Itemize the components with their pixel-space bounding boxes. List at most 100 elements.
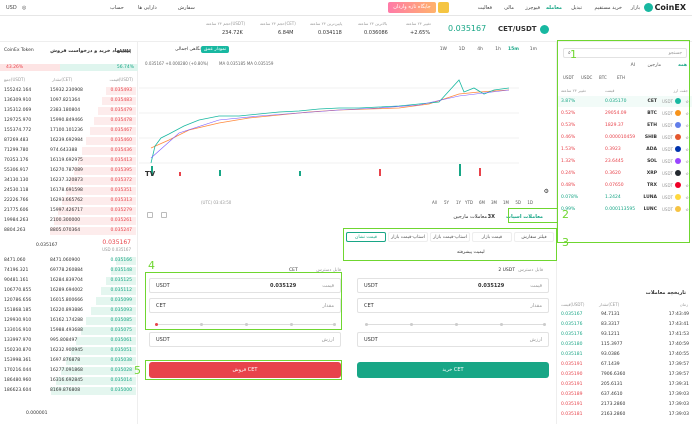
nav-futures[interactable]: فیوچرز (525, 5, 540, 11)
period-1D[interactable]: 1D (527, 200, 533, 205)
precision-selector[interactable]: 0.000001 (26, 411, 47, 416)
orderbook-ask-row[interactable]: 71299.780 974.643388 0.035436 (0, 146, 136, 156)
period-3M[interactable]: 3M (491, 200, 497, 205)
orderbook-ask-row[interactable]: 87269.483 16239.692984 0.035460 (0, 136, 136, 146)
orderbook-ask-row[interactable]: 8804.263 8805.070364 0.035247 (0, 226, 136, 236)
amm-label[interactable]: AMM (119, 49, 131, 55)
period-5D[interactable]: 5D (515, 200, 521, 205)
bid-total: 129930.910 (4, 318, 32, 323)
period-5Y[interactable]: 5Y (444, 200, 449, 205)
orderbook-ask-row[interactable]: 70353.176 16119.692975 0.035413 (0, 156, 136, 166)
trade-amount: 637.4610 (601, 392, 623, 397)
orderbook-bid-row[interactable]: 150230.870 16232.900945 0.035051 (0, 346, 136, 356)
margin-trade-tab[interactable]: معاملات مارجین (453, 214, 487, 220)
period-1M[interactable]: 1M (503, 200, 509, 205)
settings-icon[interactable] (161, 212, 167, 218)
nav-direct-buy[interactable]: خرید مستقیم (595, 5, 622, 11)
nav-finance[interactable]: مالی (504, 5, 514, 11)
gift-icon[interactable] (438, 2, 449, 13)
orderbook-bid-row[interactable]: 186480.960 16316.692845 0.035014 (0, 376, 136, 386)
buy-amount-input[interactable]: مقدار CET (357, 298, 549, 313)
nav-assets[interactable]: دارایی ها (138, 5, 157, 11)
trade-amount: 2163.2860 (601, 412, 626, 417)
orderbook-ask-row[interactable]: 136309.910 1097.821364 0.035483 (0, 96, 136, 106)
trade-price: 0.035191 (561, 402, 583, 407)
orderbook-bid-row[interactable]: 90481.161 16284.839704 0.035125 (0, 276, 136, 286)
ask-price: 0.035395 (110, 168, 132, 173)
bid-total: 170216.044 (4, 368, 32, 373)
pair-symbol[interactable]: CET/USDT (498, 25, 537, 33)
orderbook-ask-row[interactable]: 19984.263 2100.300000 0.035261 (0, 216, 136, 226)
interval-1W[interactable]: 1W (440, 47, 447, 52)
annotation-4: 4 (148, 259, 155, 272)
nav-market[interactable]: بازار (631, 5, 640, 11)
token-label[interactable]: CoinEx Token (4, 48, 34, 53)
orderbook-bid-row[interactable]: 133997.970 995.808497 0.035061 (0, 336, 136, 346)
interval-4h[interactable]: 4h (477, 47, 483, 52)
nav-convert[interactable]: تبدیل (571, 5, 582, 11)
price-chart[interactable] (139, 68, 555, 188)
ask-amount: 16239.692984 (50, 138, 83, 143)
calculator-icon[interactable] (147, 212, 153, 218)
trade-price: 0.035180 (561, 342, 583, 347)
buy-slider[interactable] (365, 323, 546, 326)
orderbook-bid-row[interactable]: 120786.656 16015.800666 0.035099 (0, 296, 136, 306)
high-label: بالاترین ۲۴ ساعته (358, 21, 388, 26)
nav-orders[interactable]: سفارش (178, 5, 195, 11)
chart-settings-icon[interactable]: ⚙ (544, 188, 549, 195)
promo-banner[interactable]: جایگاه تازه واردان (388, 2, 436, 13)
interval-1h[interactable]: 1h (495, 47, 501, 52)
trade-time: 17:40:59 (668, 342, 689, 347)
orderbook-ask-row[interactable]: 135312.069 2383.180804 0.035479 (0, 106, 136, 116)
ask-total: 71299.780 (4, 148, 29, 153)
orderbook-ask-row[interactable]: 155374.772 17100.101236 0.035467 (0, 126, 136, 136)
orderbook-bid-row[interactable]: 151868.185 16220.893886 0.035093 (0, 306, 136, 316)
orderbook-ask-row[interactable]: 34130.130 16237.320873 0.035372 (0, 176, 136, 186)
orderbook-bid-row[interactable]: 106770.855 16289.694002 0.035112 (0, 286, 136, 296)
orderbook-bid-row[interactable]: 170216.044 16277.091868 0.035028 (0, 366, 136, 376)
nav-activity[interactable]: فعالیت (478, 5, 492, 11)
period-YTD[interactable]: YTD (465, 200, 473, 205)
orderbook-bid-row[interactable]: 133016.910 15988.493688 0.035075 (0, 326, 136, 336)
bid-price: 0.035075 (110, 328, 132, 333)
ask-amount: 16293.665762 (50, 198, 83, 203)
sell-total-input[interactable]: ارزش USDT (149, 332, 341, 347)
period-1Y[interactable]: 1Y (456, 200, 461, 205)
interval-1m[interactable]: 1m (530, 47, 537, 52)
buy-price-input[interactable]: قیمت 0.035129 USDT (357, 278, 549, 293)
bid-amount: 16220.893886 (50, 308, 83, 313)
nav-account[interactable]: حساب (110, 5, 124, 11)
period-All[interactable]: All (432, 200, 437, 205)
orderbook-bid-row[interactable]: 186623.604 8169.876808 0.035000 (0, 386, 136, 396)
orderbook-ask-row[interactable]: 24530.118 16178.691598 0.035351 (0, 186, 136, 196)
brand-logo[interactable]: CoinEX (643, 3, 686, 12)
bid-total: 151868.185 (4, 308, 32, 313)
orderbook-ask-row[interactable]: 129725.970 15990.849466 0.035478 (0, 116, 136, 126)
annotation-box-trade-mode (508, 208, 558, 223)
currency-selector[interactable]: USD (6, 5, 17, 11)
col-trade-price: قیمت(USDT) (561, 302, 585, 307)
orderbook-ask-row[interactable]: 21775.606 15997.426717 0.035279 (0, 206, 136, 216)
nav-trade[interactable]: معامله (546, 5, 562, 11)
globe-icon[interactable]: ◎ (22, 5, 26, 11)
trade-amount: 67.1439 (601, 362, 620, 367)
orderbook-bid-row[interactable]: 74196.321 69778.260884 0.035148 (0, 266, 136, 276)
orderbook-ask-row[interactable]: 22226.766 16293.665762 0.035313 (0, 196, 136, 206)
buy-button[interactable]: خرید CET (357, 362, 549, 378)
period-6M[interactable]: 6M (479, 200, 485, 205)
trade-price: 0.035176 (561, 332, 583, 337)
orderbook-ask-row[interactable]: 155242.164 15932.230908 0.035493 (0, 86, 136, 96)
interval-15m[interactable]: 15m (508, 47, 519, 52)
bid-amount: 69778.260884 (50, 268, 83, 273)
tab-depth[interactable]: نگاهی اجمالی (175, 47, 201, 52)
orderbook-bid-row[interactable]: 153998.361 1697.876878 0.035038 (0, 356, 136, 366)
tab-chart[interactable]: نمودار عمق (201, 46, 230, 53)
orderbook-bid-row[interactable]: 8471.060 8471.060900 0.035166 (0, 256, 136, 266)
buy-total-input[interactable]: ارزش USDT (357, 332, 549, 347)
ask-total: 55306.917 (4, 168, 29, 173)
orderbook-bid-row[interactable]: 129930.910 16162.174288 0.035085 (0, 316, 136, 326)
orderbook-ask-row[interactable]: 55306.917 16270.787089 0.035395 (0, 166, 136, 176)
bid-total: 8471.060 (4, 258, 26, 263)
interval-1D[interactable]: 1D (459, 47, 465, 52)
ask-total: 70353.176 (4, 158, 29, 163)
